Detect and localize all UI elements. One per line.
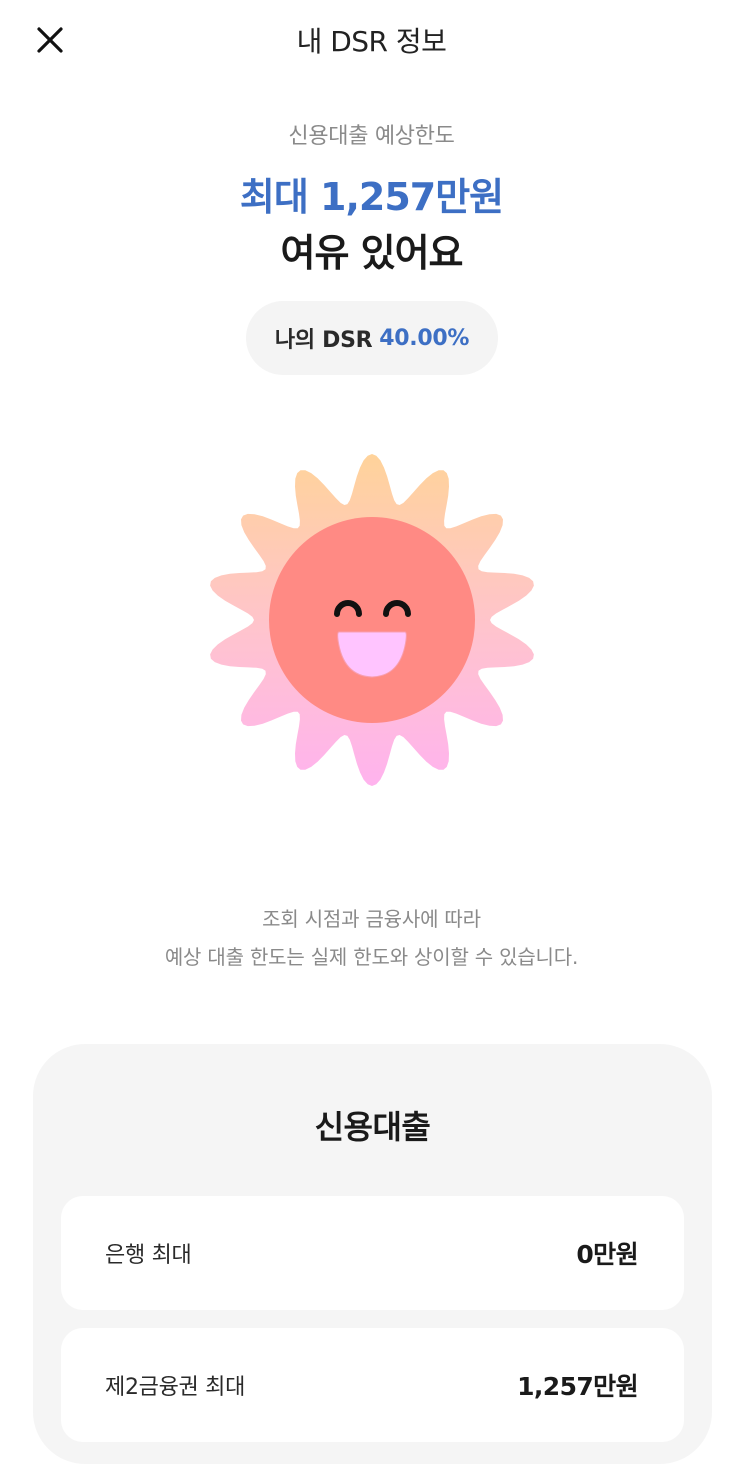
notice-text: 조회 시점과 금융사에 따라 예상 대출 한도는 실제 한도와 상이할 수 있습… xyxy=(0,900,743,976)
notice-line-2: 예상 대출 한도는 실제 한도와 상이할 수 있습니다. xyxy=(164,945,579,969)
notice-line-1: 조회 시점과 금융사에 따라 xyxy=(262,907,481,931)
top-bar: 내 DSR 정보 xyxy=(0,0,743,78)
loan-limit-subtitle: 신용대출 예상한도 xyxy=(288,124,455,149)
secondary-finance-max-value: 1,257만원 xyxy=(517,1372,638,1401)
bank-max-value: 0만원 xyxy=(576,1240,638,1269)
credit-loan-title: 신용대출 xyxy=(314,1108,431,1146)
dsr-label: 나의 DSR xyxy=(274,328,373,353)
smiling-sun-icon xyxy=(210,454,534,786)
credit-loan-card: 신용대출 은행 최대 0만원 제2금융권 최대 1,257만원 xyxy=(33,1044,712,1464)
dsr-badge: 나의 DSR 40.00% xyxy=(246,301,498,375)
secondary-finance-max-label: 제2금융권 최대 xyxy=(105,1375,246,1400)
bank-max-row: 은행 최대 0만원 xyxy=(61,1196,684,1310)
sun-face xyxy=(269,517,475,723)
loan-limit-amount: 최대 1,257만원 xyxy=(239,175,504,219)
dsr-value: 40.00% xyxy=(379,325,470,351)
loan-status-text: 여유 있어요 xyxy=(280,231,463,275)
secondary-finance-max-row: 제2금융권 최대 1,257만원 xyxy=(61,1328,684,1442)
bank-max-label: 은행 최대 xyxy=(105,1243,192,1268)
page-title: 내 DSR 정보 xyxy=(296,25,447,58)
